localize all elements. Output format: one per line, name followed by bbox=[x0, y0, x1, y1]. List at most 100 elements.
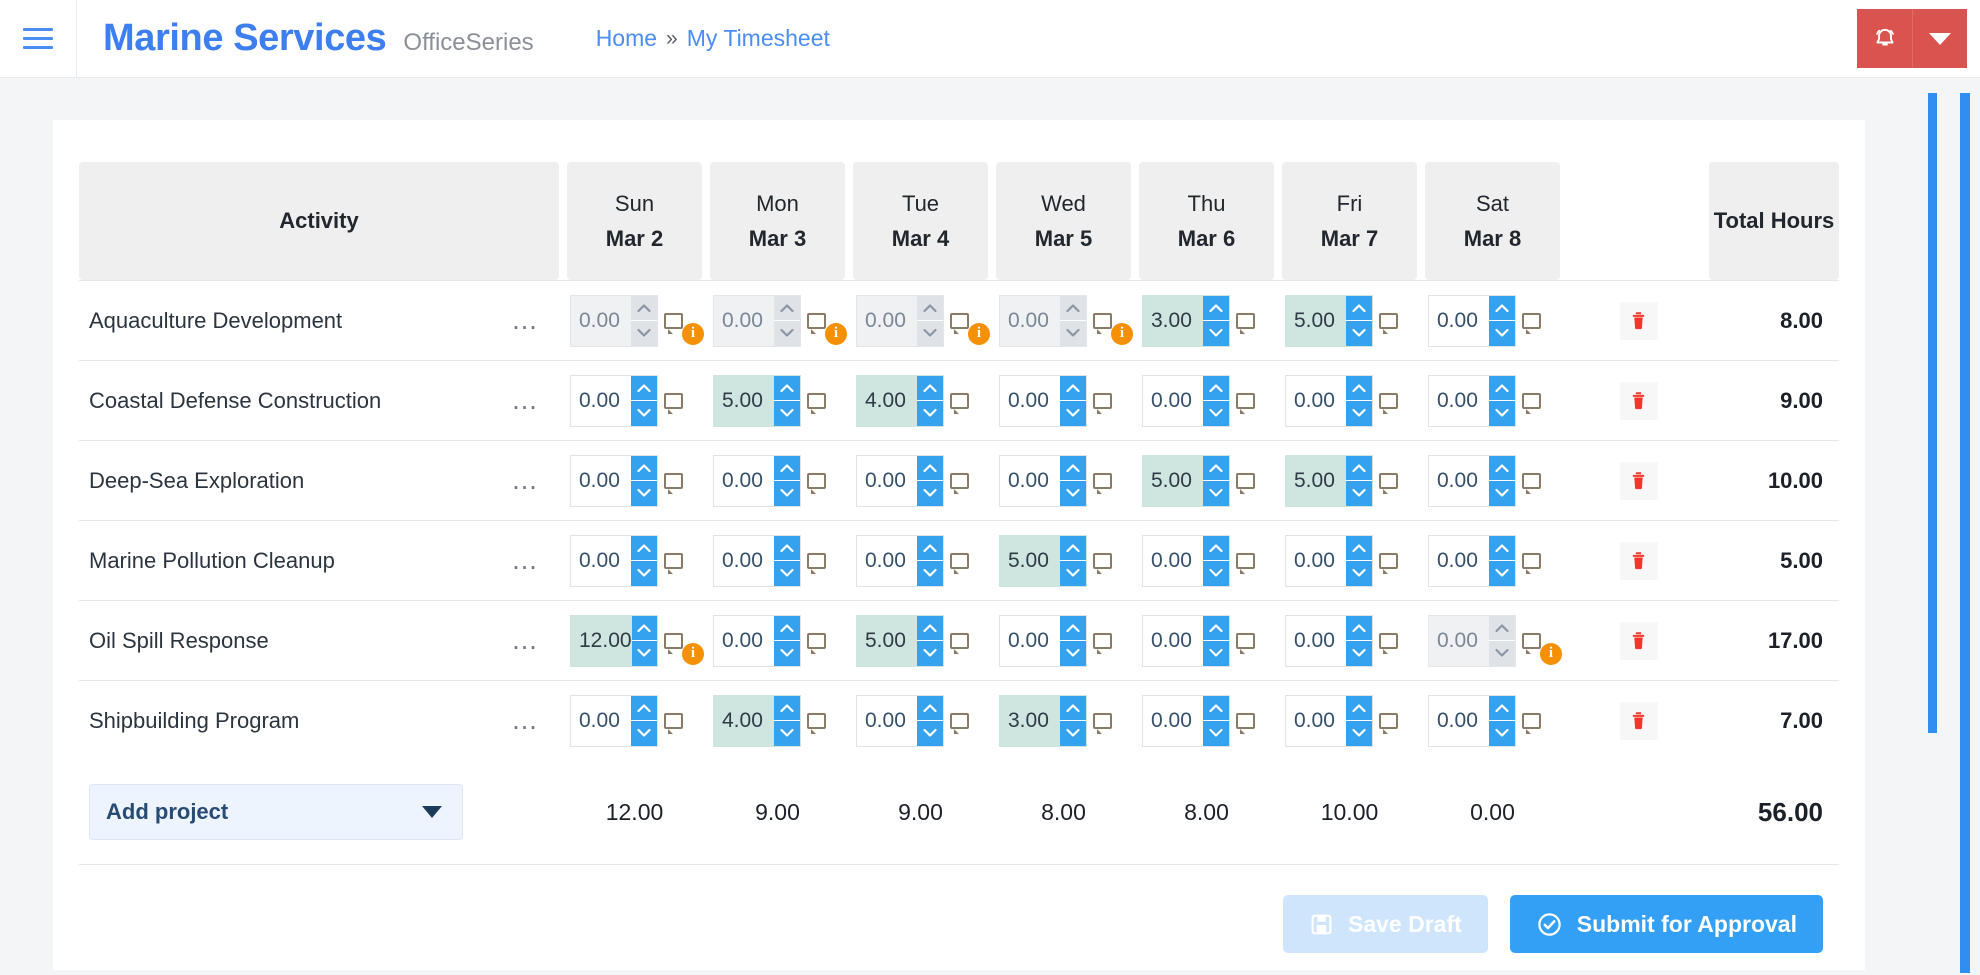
chevron-up-icon[interactable] bbox=[1203, 456, 1229, 481]
hours-spinbox[interactable]: 0.00 bbox=[856, 695, 944, 747]
hours-spinbox[interactable]: 0.00 bbox=[999, 375, 1087, 427]
comment-icon[interactable] bbox=[1522, 633, 1541, 649]
chevron-down-icon[interactable] bbox=[774, 400, 800, 426]
hours-spinbox[interactable]: 0.00 bbox=[1142, 535, 1230, 587]
chevron-down-icon[interactable] bbox=[1060, 320, 1086, 346]
breadcrumb-current-link[interactable]: My Timesheet bbox=[687, 25, 830, 52]
chevron-up-icon[interactable] bbox=[631, 536, 657, 561]
chevron-up-icon[interactable] bbox=[1203, 376, 1229, 401]
comment-icon[interactable] bbox=[1236, 393, 1255, 409]
chevron-up-icon[interactable] bbox=[1489, 296, 1515, 321]
chevron-down-icon[interactable] bbox=[1203, 640, 1229, 666]
hours-value[interactable]: 0.00 bbox=[1286, 536, 1346, 586]
inner-scrollbar-thumb[interactable] bbox=[1928, 93, 1937, 733]
hours-spinbox[interactable]: 0.00 bbox=[1428, 455, 1516, 507]
comment-icon[interactable] bbox=[950, 633, 969, 649]
chevron-up-icon[interactable] bbox=[1489, 616, 1515, 641]
hours-value[interactable]: 0.00 bbox=[714, 296, 774, 346]
chevron-down-icon[interactable] bbox=[1489, 640, 1515, 666]
hours-spinbox[interactable]: 0.00 bbox=[999, 295, 1087, 347]
hours-spinbox[interactable]: 0.00 bbox=[1428, 375, 1516, 427]
hours-value[interactable]: 0.00 bbox=[1429, 536, 1489, 586]
delete-row-button[interactable] bbox=[1620, 302, 1658, 340]
row-menu-button[interactable]: … bbox=[511, 387, 541, 414]
chevron-up-icon[interactable] bbox=[1060, 376, 1086, 401]
chevron-up-icon[interactable] bbox=[1203, 696, 1229, 721]
hours-spinbox[interactable]: 0.00 bbox=[856, 535, 944, 587]
hours-value[interactable]: 0.00 bbox=[857, 296, 917, 346]
comment-icon[interactable] bbox=[807, 553, 826, 569]
hours-value[interactable]: 0.00 bbox=[1429, 616, 1489, 666]
info-badge-icon[interactable]: i bbox=[1111, 323, 1133, 345]
hours-value[interactable]: 0.00 bbox=[714, 536, 774, 586]
comment-icon[interactable] bbox=[1522, 393, 1541, 409]
delete-row-button[interactable] bbox=[1620, 702, 1658, 740]
hours-value[interactable]: 0.00 bbox=[1429, 376, 1489, 426]
hours-spinbox[interactable]: 0.00 bbox=[713, 615, 801, 667]
hours-spinbox[interactable]: 0.00 bbox=[1285, 535, 1373, 587]
delete-row-button[interactable] bbox=[1620, 622, 1658, 660]
hours-spinbox[interactable]: 0.00 bbox=[1142, 695, 1230, 747]
hours-value[interactable]: 12.00 bbox=[571, 616, 632, 666]
row-menu-button[interactable]: … bbox=[511, 307, 541, 334]
chevron-down-icon[interactable] bbox=[1060, 720, 1086, 746]
hours-spinbox[interactable]: 0.00 bbox=[1428, 695, 1516, 747]
chevron-up-icon[interactable] bbox=[774, 456, 800, 481]
delete-row-button[interactable] bbox=[1620, 462, 1658, 500]
comment-icon[interactable] bbox=[807, 473, 826, 489]
hours-value[interactable]: 4.00 bbox=[714, 696, 774, 746]
chevron-up-icon[interactable] bbox=[774, 616, 800, 641]
hours-value[interactable]: 0.00 bbox=[1000, 296, 1060, 346]
chevron-down-icon[interactable] bbox=[1346, 720, 1372, 746]
comment-icon[interactable] bbox=[1522, 713, 1541, 729]
hours-value[interactable]: 0.00 bbox=[1000, 616, 1060, 666]
chevron-up-icon[interactable] bbox=[1060, 536, 1086, 561]
chevron-down-icon[interactable] bbox=[1489, 320, 1515, 346]
notification-bell-button[interactable] bbox=[1857, 9, 1913, 68]
hours-spinbox[interactable]: 0.00 bbox=[570, 375, 658, 427]
comment-icon[interactable] bbox=[1236, 313, 1255, 329]
hours-spinbox[interactable]: 3.00 bbox=[999, 695, 1087, 747]
chevron-down-icon[interactable] bbox=[1203, 480, 1229, 506]
chevron-up-icon[interactable] bbox=[1203, 296, 1229, 321]
hours-spinbox[interactable]: 0.00 bbox=[713, 535, 801, 587]
hours-value[interactable]: 0.00 bbox=[1286, 696, 1346, 746]
hours-spinbox[interactable]: 5.00 bbox=[999, 535, 1087, 587]
row-menu-button[interactable]: … bbox=[511, 547, 541, 574]
chevron-up-icon[interactable] bbox=[1060, 616, 1086, 641]
hours-value[interactable]: 0.00 bbox=[571, 296, 631, 346]
comment-icon[interactable] bbox=[1379, 713, 1398, 729]
comment-icon[interactable] bbox=[1379, 633, 1398, 649]
chevron-up-icon[interactable] bbox=[917, 616, 943, 641]
chevron-up-icon[interactable] bbox=[774, 376, 800, 401]
hours-spinbox[interactable]: 3.00 bbox=[1142, 295, 1230, 347]
hours-value[interactable]: 0.00 bbox=[857, 536, 917, 586]
chevron-down-icon[interactable] bbox=[1489, 400, 1515, 426]
breadcrumb-home-link[interactable]: Home bbox=[596, 25, 657, 52]
chevron-up-icon[interactable] bbox=[1346, 616, 1372, 641]
chevron-down-icon[interactable] bbox=[1346, 640, 1372, 666]
comment-icon[interactable] bbox=[1093, 393, 1112, 409]
hours-spinbox[interactable]: 0.00 bbox=[999, 455, 1087, 507]
chevron-up-icon[interactable] bbox=[631, 696, 657, 721]
header-dropdown-button[interactable] bbox=[1913, 9, 1967, 68]
comment-icon[interactable] bbox=[807, 393, 826, 409]
chevron-down-icon[interactable] bbox=[1346, 400, 1372, 426]
hours-spinbox[interactable]: 12.00 bbox=[570, 615, 658, 667]
chevron-up-icon[interactable] bbox=[774, 696, 800, 721]
comment-icon[interactable] bbox=[807, 313, 826, 329]
chevron-up-icon[interactable] bbox=[1060, 696, 1086, 721]
comment-icon[interactable] bbox=[1093, 713, 1112, 729]
comment-icon[interactable] bbox=[664, 473, 683, 489]
comment-icon[interactable] bbox=[664, 713, 683, 729]
comment-icon[interactable] bbox=[1093, 553, 1112, 569]
chevron-up-icon[interactable] bbox=[631, 376, 657, 401]
chevron-down-icon[interactable] bbox=[1060, 400, 1086, 426]
hours-spinbox[interactable]: 0.00 bbox=[1428, 295, 1516, 347]
hours-spinbox[interactable]: 0.00 bbox=[1285, 375, 1373, 427]
hours-value[interactable]: 0.00 bbox=[1429, 456, 1489, 506]
comment-icon[interactable] bbox=[1093, 473, 1112, 489]
comment-icon[interactable] bbox=[1236, 553, 1255, 569]
info-badge-icon[interactable]: i bbox=[825, 323, 847, 345]
chevron-up-icon[interactable] bbox=[774, 296, 800, 321]
